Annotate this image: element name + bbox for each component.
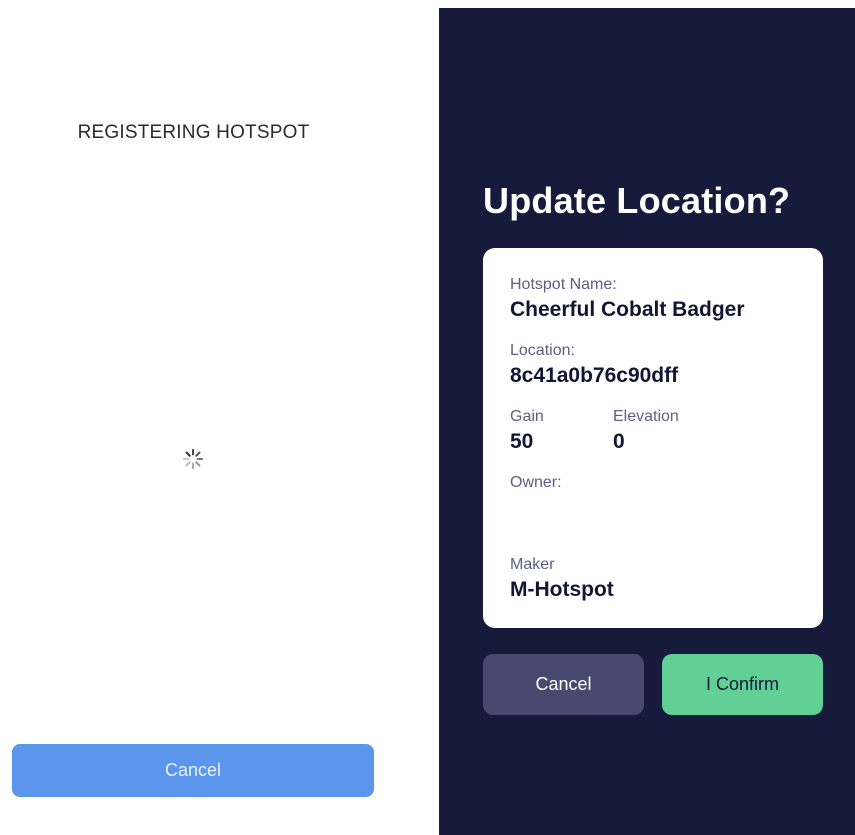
elevation-label: Elevation <box>613 408 679 425</box>
maker-value: M-Hotspot <box>510 578 614 601</box>
gain-label: Gain <box>510 408 544 425</box>
maker-label: Maker <box>510 556 555 573</box>
registering-cancel-button[interactable]: Cancel <box>12 744 374 797</box>
cancel-button[interactable]: Cancel <box>483 654 644 715</box>
location-value: 8c41a0b76c90dff <box>510 364 679 387</box>
confirm-button[interactable]: I Confirm <box>662 654 823 715</box>
update-location-title: Update Location? <box>483 180 791 221</box>
owner-label: Owner: <box>510 474 562 491</box>
hotspot-name-label: Hotspot Name: <box>510 276 617 293</box>
registering-title: REGISTERING HOTSPOT <box>77 122 310 143</box>
hotspot-details-card: Hotspot Name: Cheerful Cobalt Badger Loc… <box>483 248 823 628</box>
hotspot-name-value: Cheerful Cobalt Badger <box>510 298 745 321</box>
gain-value: 50 <box>510 430 534 453</box>
elevation-value: 0 <box>613 430 625 453</box>
location-label: Location: <box>510 342 575 359</box>
registering-hotspot-screen: REGISTERING HOTSPOT Cancel <box>0 0 387 835</box>
update-location-screen: Update Location? Hotspot Name: Cheerful … <box>439 8 855 835</box>
loading-spinner-icon <box>182 448 204 470</box>
